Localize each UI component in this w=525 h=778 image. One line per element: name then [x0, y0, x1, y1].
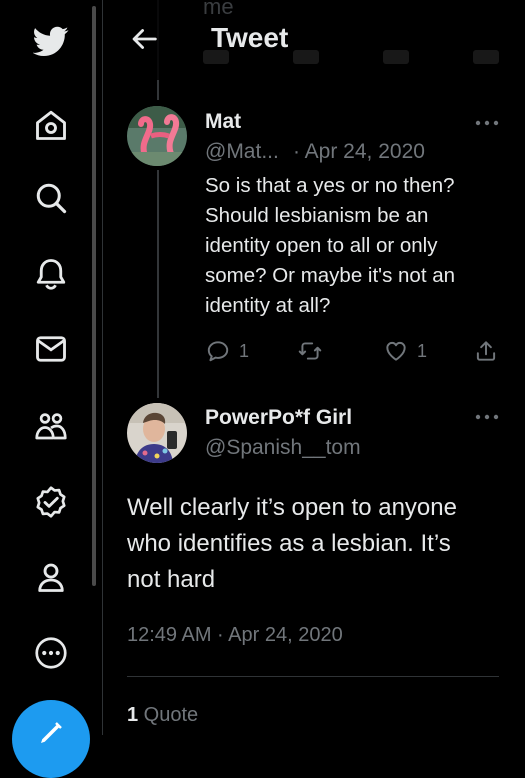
reply-icon [207, 341, 229, 362]
reply-button[interactable]: 1 [205, 338, 249, 364]
tweet-date[interactable]: · Apr 24, 2020 [293, 140, 425, 164]
like-count: 1 [417, 340, 428, 361]
compose-icon [41, 722, 62, 743]
quote-label: Quote [138, 704, 199, 726]
communities-icon[interactable] [29, 404, 73, 448]
more-options-icon[interactable] [473, 410, 501, 424]
home-icon[interactable] [29, 103, 73, 147]
share-icon [476, 341, 496, 361]
more-options-icon[interactable] [473, 116, 501, 130]
tweet-timestamp[interactable]: 12:49 AM · Apr 24, 2020 [127, 624, 343, 647]
author-name[interactable]: PowerPo*f Girl [205, 406, 352, 430]
avatar[interactable] [127, 403, 187, 463]
previous-tweet-partial-text: me [203, 0, 234, 19]
verified-icon[interactable] [29, 480, 73, 524]
more-icon[interactable] [29, 631, 73, 675]
compose-button[interactable] [12, 700, 90, 778]
avatar[interactable] [127, 106, 187, 166]
author-name[interactable]: Mat [205, 110, 241, 134]
thread-connector [157, 170, 159, 398]
tweet-text: So is that a yes or no then? Should lesb… [205, 174, 456, 317]
heart-icon [386, 341, 406, 361]
main-column: me Tweet Mat @Mat... · Apr 24, 2020 So i… [103, 0, 525, 735]
left-sidebar [0, 0, 103, 778]
quote-count: 1 [127, 704, 139, 726]
like-button[interactable]: 1 [383, 338, 427, 364]
mail-icon[interactable] [29, 327, 73, 371]
divider [127, 676, 499, 677]
author-handle[interactable]: @Mat... [205, 140, 279, 164]
retweet-icon [298, 342, 322, 360]
tweet-text: Well clearly it’s open to anyone who ide… [127, 494, 457, 593]
header: me Tweet [103, 0, 525, 80]
page-title: Tweet [211, 22, 289, 53]
reply-count: 1 [239, 340, 250, 361]
scrollbar[interactable] [92, 6, 96, 586]
quote-count-link[interactable]: 1 Quote [127, 704, 198, 727]
twitter-logo-icon[interactable] [29, 19, 73, 63]
share-button[interactable] [473, 338, 499, 364]
back-arrow-icon[interactable] [127, 22, 161, 56]
profile-icon[interactable] [29, 555, 73, 599]
bell-icon[interactable] [29, 252, 73, 296]
search-icon[interactable] [29, 176, 73, 220]
retweet-button[interactable] [297, 338, 323, 364]
author-handle[interactable]: @Spanish__tom [205, 436, 361, 460]
